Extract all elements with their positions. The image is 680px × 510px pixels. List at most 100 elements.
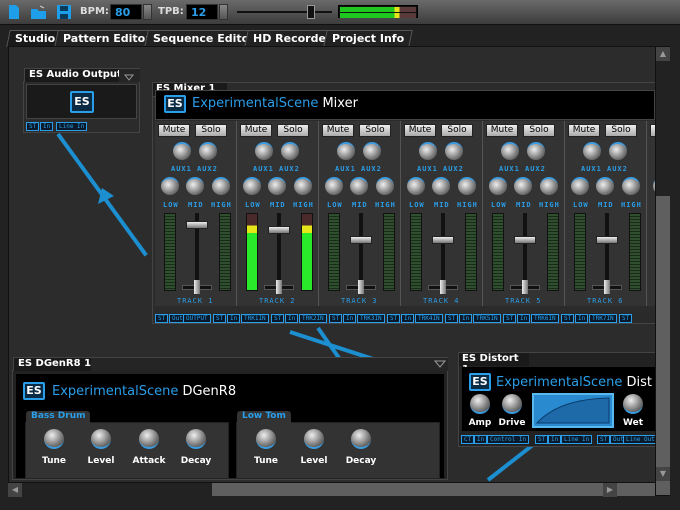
- knob-mid[interactable]: [268, 177, 286, 195]
- knob-decay[interactable]: [351, 429, 371, 449]
- mute-button[interactable]: Mute: [568, 124, 600, 137]
- knob-high[interactable]: [622, 177, 640, 195]
- port-in[interactable]: In: [227, 314, 241, 323]
- knob-mid[interactable]: [596, 177, 614, 195]
- port-trk7in[interactable]: TRK7IN: [589, 314, 617, 323]
- port-st[interactable]: ST: [619, 314, 633, 323]
- mute-button[interactable]: Mute: [322, 124, 354, 137]
- knob-aux1[interactable]: [173, 142, 191, 160]
- knob-low[interactable]: [571, 177, 589, 195]
- port-in[interactable]: In: [40, 122, 54, 131]
- port-st[interactable]: ST: [445, 314, 459, 323]
- mute-button[interactable]: Mute: [240, 124, 272, 137]
- knob-high[interactable]: [294, 177, 312, 195]
- port-control-in[interactable]: Control In: [487, 435, 530, 444]
- knob-mid[interactable]: [186, 177, 204, 195]
- pan-slider-thumb[interactable]: [194, 280, 200, 294]
- knob-high[interactable]: [540, 177, 558, 195]
- knob-aux1[interactable]: [419, 142, 437, 160]
- master-volume-thumb[interactable]: [307, 5, 315, 19]
- solo-button[interactable]: Solo: [605, 124, 637, 137]
- knob-level[interactable]: [304, 429, 324, 449]
- bpm-spinner[interactable]: [143, 4, 152, 20]
- port-st[interactable]: ST: [387, 314, 401, 323]
- knob-decay[interactable]: [186, 429, 206, 449]
- port-in[interactable]: In: [517, 314, 531, 323]
- knob-mid[interactable]: [350, 177, 368, 195]
- solo-button[interactable]: Solo: [441, 124, 473, 137]
- volume-fader[interactable]: [359, 213, 363, 283]
- port-in[interactable]: In: [575, 314, 589, 323]
- vertical-scroll-thumb[interactable]: [656, 61, 670, 196]
- port-st[interactable]: ST: [597, 435, 611, 444]
- knob-tune[interactable]: [44, 429, 64, 449]
- knob-drive[interactable]: [502, 394, 522, 414]
- volume-fader-thumb[interactable]: [596, 236, 618, 244]
- port-in[interactable]: In: [459, 314, 473, 323]
- volume-fader-thumb[interactable]: [350, 236, 372, 244]
- knob-aux1[interactable]: [337, 142, 355, 160]
- distort-module[interactable]: ES Distort 1 ES ExperimentalScene Dist A…: [458, 352, 656, 447]
- volume-fader-thumb[interactable]: [432, 236, 454, 244]
- tpb-spinner[interactable]: [219, 4, 228, 20]
- port-st[interactable]: ST: [535, 435, 549, 444]
- knob-mid[interactable]: [514, 177, 532, 195]
- port-in[interactable]: In: [343, 314, 357, 323]
- solo-button[interactable]: Solo: [277, 124, 309, 137]
- knob-aux1[interactable]: [501, 142, 519, 160]
- knob-aux2[interactable]: [609, 142, 627, 160]
- port-st[interactable]: ST: [271, 314, 285, 323]
- port-line-in[interactable]: Line In: [56, 122, 88, 131]
- horizontal-scrollbar[interactable]: ◀ ▶: [8, 482, 655, 497]
- port-st[interactable]: ST: [213, 314, 227, 323]
- knob-wet[interactable]: [623, 394, 643, 414]
- knob-aux2[interactable]: [281, 142, 299, 160]
- knob-high[interactable]: [458, 177, 476, 195]
- port-trk2in[interactable]: TRK2IN: [299, 314, 327, 323]
- volume-fader[interactable]: [605, 213, 609, 283]
- port-st[interactable]: ST: [561, 314, 575, 323]
- port-trk4in[interactable]: TRK4IN: [415, 314, 443, 323]
- collapse-icon[interactable]: [119, 68, 140, 82]
- new-file-icon[interactable]: [6, 4, 22, 20]
- port-in[interactable]: In: [401, 314, 415, 323]
- pan-slider-thumb[interactable]: [604, 280, 610, 294]
- port-line-out[interactable]: Line Out: [623, 435, 655, 444]
- pan-slider-thumb[interactable]: [440, 280, 446, 294]
- port-st[interactable]: ST: [503, 314, 517, 323]
- knob-amp[interactable]: [470, 394, 490, 414]
- knob-attack[interactable]: [139, 429, 159, 449]
- volume-fader-thumb[interactable]: [514, 236, 536, 244]
- knob-low[interactable]: [325, 177, 343, 195]
- port-output[interactable]: OUTPUT: [183, 314, 211, 323]
- scroll-left-icon[interactable]: ◀: [8, 483, 22, 497]
- knob-aux2[interactable]: [199, 142, 217, 160]
- vertical-scrollbar[interactable]: ▲ ▼: [655, 47, 670, 495]
- port-line-in[interactable]: Line In: [561, 435, 593, 444]
- knob-low[interactable]: [407, 177, 425, 195]
- distortion-curve-display[interactable]: [532, 393, 614, 428]
- port-trk1in[interactable]: TRK1IN: [241, 314, 269, 323]
- knob-low[interactable]: [161, 177, 179, 195]
- port-in[interactable]: In: [285, 314, 299, 323]
- master-volume-slider[interactable]: [237, 11, 332, 13]
- audio-output-module[interactable]: ES Audio Output ES ST In Line In: [23, 68, 140, 133]
- knob-tune[interactable]: [256, 429, 276, 449]
- pan-slider-thumb[interactable]: [276, 280, 282, 294]
- horizontal-scroll-thumb[interactable]: [22, 483, 212, 496]
- tpb-input[interactable]: 12: [186, 4, 218, 20]
- knob-aux1[interactable]: [583, 142, 601, 160]
- volume-fader[interactable]: [277, 213, 281, 283]
- scroll-up-icon[interactable]: ▲: [656, 47, 670, 61]
- solo-button[interactable]: Solo: [359, 124, 391, 137]
- knob-high[interactable]: [212, 177, 230, 195]
- knob-mid[interactable]: [432, 177, 450, 195]
- port-in[interactable]: In: [474, 435, 488, 444]
- knob-level[interactable]: [91, 429, 111, 449]
- open-folder-icon[interactable]: [30, 4, 46, 20]
- module-title[interactable]: ES DGenR8 1: [13, 357, 97, 371]
- port-trk6in[interactable]: TRK6IN: [531, 314, 559, 323]
- volume-fader[interactable]: [523, 213, 527, 283]
- scroll-right-icon[interactable]: ▶: [603, 483, 617, 497]
- knob-aux2[interactable]: [445, 142, 463, 160]
